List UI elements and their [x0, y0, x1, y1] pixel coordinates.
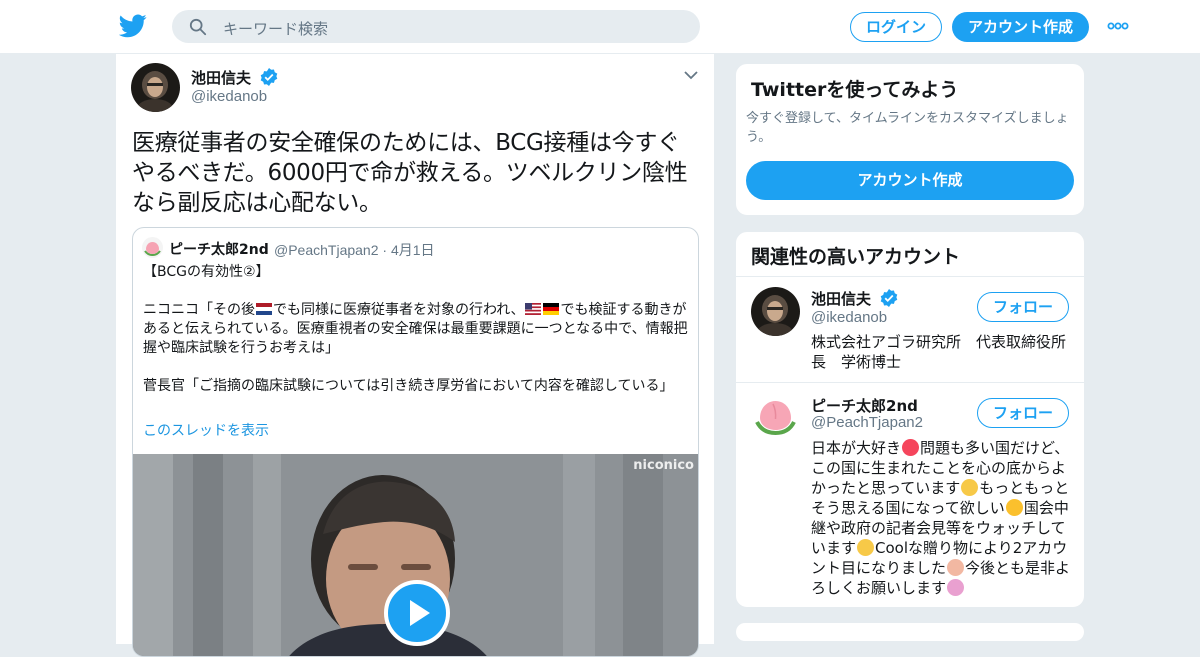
- tweet-card: 池田信夫 @ikedanob 医療従事者の安全確保のためには、BCG接種は今すぐ…: [115, 54, 715, 657]
- account-name-text[interactable]: 池田信夫: [811, 290, 871, 308]
- signup-panel-button[interactable]: アカウント作成: [746, 161, 1074, 200]
- signup-panel: Twitterを使ってみよう 今すぐ登録して、タイムラインをカスタマイズしましょ…: [735, 63, 1085, 216]
- netherlands-flag-icon: [256, 303, 272, 315]
- author-name[interactable]: 池田信夫: [191, 67, 278, 88]
- more-options-icon[interactable]: [1107, 22, 1129, 30]
- us-flag-icon: [525, 303, 542, 315]
- heart-eyes-emoji-icon: [902, 439, 920, 456]
- divider: [736, 382, 1084, 383]
- quoted-line-2a: ニコニコ「その後: [143, 302, 255, 318]
- play-icon: [410, 600, 430, 626]
- bowing-person-emoji-icon: [947, 579, 965, 596]
- play-button[interactable]: [384, 580, 450, 646]
- search-input[interactable]: キーワード検索: [223, 18, 328, 39]
- video-player[interactable]: niconico: [133, 454, 698, 656]
- author-avatar[interactable]: [131, 63, 180, 112]
- quoted-handle-text: @PeachTjapan2: [274, 242, 379, 258]
- tweet-text: 医療従事者の安全確保のためには、BCG接種は今すぐやるべきだ。6000円で命が救…: [132, 130, 688, 216]
- divider: [736, 276, 1084, 277]
- next-panel: [735, 622, 1085, 642]
- peach-avatar: [142, 237, 163, 258]
- flexed-biceps-emoji-icon: [1005, 499, 1023, 516]
- author-handle[interactable]: @ikedanob: [191, 88, 267, 105]
- quoted-tweet-body: 【BCGの有効性②】 ニコニコ「その後 でも同様に医療従事者を対象の行われ、 でも検…: [143, 263, 691, 396]
- search-box[interactable]: キーワード検索: [172, 10, 700, 43]
- quoted-tweet[interactable]: ピーチ太郎2nd @PeachTjapan2 · 4月1日 【BCGの有効性②】…: [132, 227, 699, 657]
- signup-panel-description: 今すぐ登録して、タイムラインをカスタマイズしましょう。: [746, 111, 1069, 145]
- clown-emoji-icon: [947, 559, 965, 576]
- twitter-bird-icon[interactable]: [119, 13, 147, 39]
- account-name-peach[interactable]: ピーチ太郎2nd: [811, 395, 918, 416]
- quoted-line-2: ニコニコ「その後 でも同様に医療従事者を対象の行われ、 でも検証する動きがあると伝え…: [143, 301, 691, 358]
- quoted-author-name: ピーチ太郎2nd: [169, 242, 269, 258]
- quoted-line-3: 菅長官「ご指摘の臨床試験については引き続き厚労省において内容を確認している」: [143, 378, 674, 394]
- sunglasses-emoji-icon: [857, 539, 875, 556]
- signup-button[interactable]: アカウント作成: [952, 12, 1089, 42]
- login-button[interactable]: ログイン: [850, 12, 942, 42]
- show-thread-link[interactable]: このスレッドを表示: [143, 420, 269, 440]
- account-avatar-ikedanob[interactable]: [751, 287, 800, 336]
- account-handle-ikedanob[interactable]: @ikedanob: [811, 309, 887, 326]
- signup-panel-title: Twitterを使ってみよう: [751, 79, 959, 101]
- video-watermark: niconico: [633, 458, 694, 473]
- bio-part-1: 日本が大好き: [811, 439, 902, 457]
- search-icon: [189, 18, 207, 36]
- germany-flag-icon: [543, 303, 560, 315]
- follow-button-ikedanob[interactable]: フォロー: [977, 292, 1069, 322]
- account-avatar-peach[interactable]: [751, 392, 800, 441]
- top-navigation-bar: キーワード検索 ログイン アカウント作成: [0, 0, 1200, 54]
- quoted-author-handle: @PeachTjapan2 · 4月1日: [274, 242, 435, 258]
- related-accounts-panel: 関連性の高いアカウント 池田信夫 @ikedanob フォロー 株式会社アゴラ研…: [735, 231, 1085, 608]
- account-handle-peach[interactable]: @PeachTjapan2: [811, 414, 923, 431]
- author-name-text[interactable]: 池田信夫: [191, 69, 251, 87]
- verified-badge-icon: [260, 68, 278, 86]
- verified-badge-icon: [880, 289, 898, 307]
- kiss-emoji-icon: [961, 479, 979, 496]
- related-panel-title: 関連性の高いアカウント: [751, 246, 961, 268]
- chevron-down-icon[interactable]: [684, 70, 698, 80]
- account-bio-ikedanob: 株式会社アゴラ研究所 代表取締役所長 学術博士: [811, 333, 1067, 371]
- quoted-date: 4月1日: [390, 242, 435, 258]
- quoted-line-1: 【BCGの有効性②】: [143, 264, 270, 280]
- follow-button-peach[interactable]: フォロー: [977, 398, 1069, 428]
- quoted-line-2b: でも同様に医療従事者を対象の行われ、: [273, 302, 525, 318]
- account-name-ikedanob[interactable]: 池田信夫: [811, 288, 898, 309]
- account-bio-peach: 日本が大好き 問題も多い国だけど、この国に生まれたことを心の底からよかったと思って…: [811, 438, 1073, 598]
